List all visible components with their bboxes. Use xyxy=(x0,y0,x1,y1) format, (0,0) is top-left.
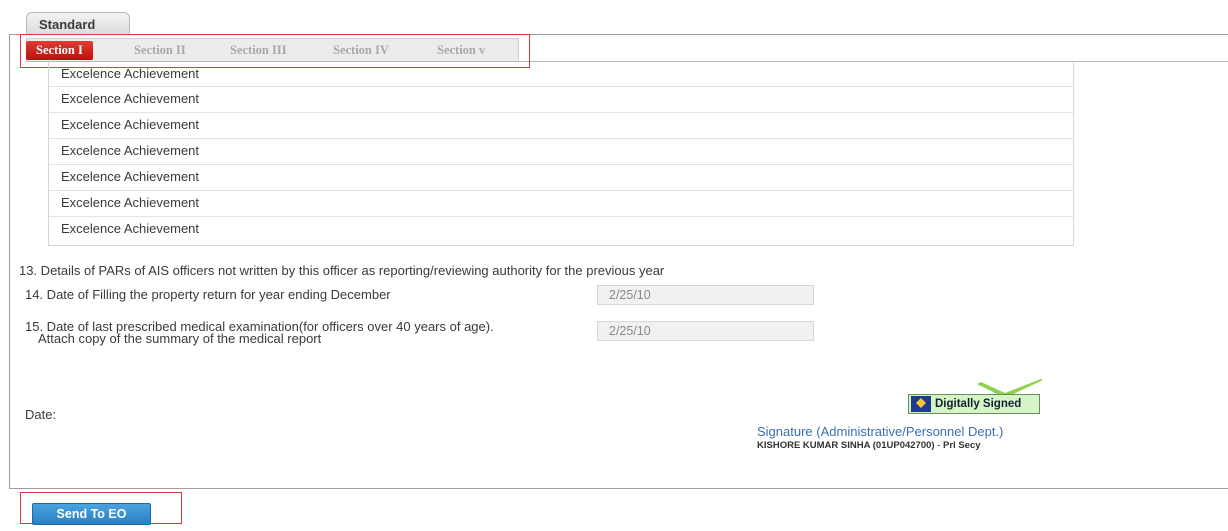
medical-exam-date-field[interactable]: 2/25/10 xyxy=(597,321,814,341)
property-return-date-field[interactable]: 2/25/10 xyxy=(597,285,814,305)
list-item: Excelence Achievement xyxy=(49,87,1073,113)
signature-title: Signature (Administrative/Personnel Dept… xyxy=(757,424,1004,439)
signatory-role: Prl Secy xyxy=(943,440,981,451)
list-item: Excelence Achievement xyxy=(49,191,1073,217)
item-15-sublabel: Attach copy of the summary of the medica… xyxy=(38,331,322,346)
item-13-label: 13. Details of PARs of AIS officers not … xyxy=(19,263,665,278)
item-14-label: 14. Date of Filling the property return … xyxy=(25,287,391,302)
signatory-separator: - xyxy=(937,440,941,451)
signatory-name-text: KISHORE KUMAR SINHA (01UP042700) xyxy=(757,440,935,451)
list-item: Excelence Achievement xyxy=(49,62,1073,87)
achievement-list: Excelence Achievement Excelence Achievem… xyxy=(48,62,1074,246)
digitally-signed-badge: Digitally Signed xyxy=(908,394,1040,414)
list-item: Excelence Achievement xyxy=(49,165,1073,191)
tab-standard[interactable]: Standard xyxy=(26,12,130,34)
list-item: Excelence Achievement xyxy=(49,113,1073,139)
date-label: Date: xyxy=(25,407,57,422)
signature-logo-icon xyxy=(911,396,931,412)
list-item: Excelence Achievement xyxy=(61,221,200,236)
digitally-signed-label: Digitally Signed xyxy=(935,398,1022,410)
send-to-eo-button[interactable]: Send To EO xyxy=(32,503,151,525)
signatory-name: KISHORE KUMAR SINHA (01UP042700) - Prl S… xyxy=(757,440,981,451)
list-item: Excelence Achievement xyxy=(49,139,1073,165)
